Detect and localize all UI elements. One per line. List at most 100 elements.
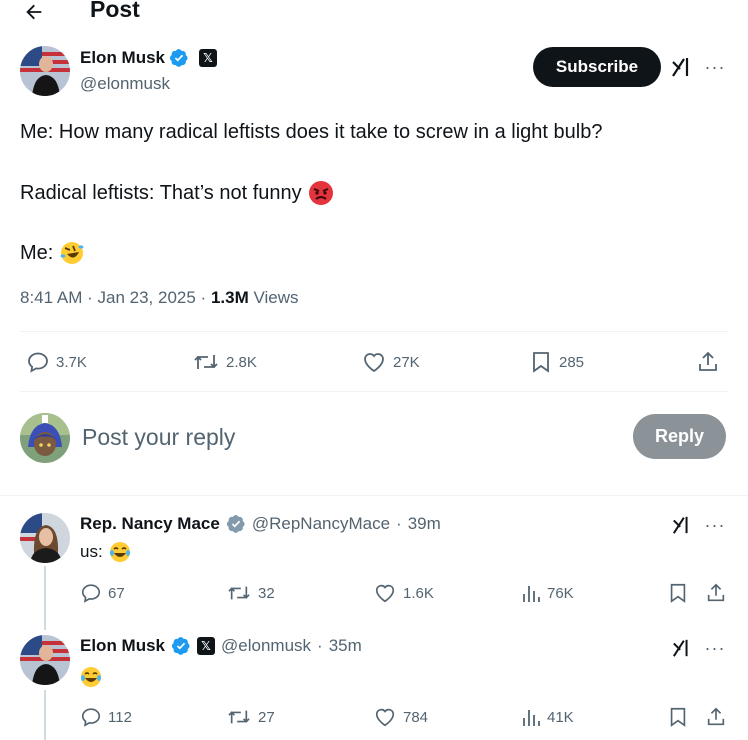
repost-action[interactable]: 2.8K (192, 350, 257, 374)
reply-action[interactable]: 3.7K (26, 350, 87, 374)
bookmark-icon (670, 707, 686, 727)
author-name[interactable]: Elon Musk (80, 48, 165, 68)
bookmark-action[interactable] (667, 582, 689, 604)
tears-of-joy-emoji-icon (109, 542, 130, 562)
subscribe-button[interactable]: Subscribe (533, 47, 661, 87)
like-count: 27K (393, 353, 420, 371)
thread-line (44, 566, 46, 630)
separator-dot: · (317, 636, 323, 655)
share-action[interactable] (705, 706, 727, 728)
repost-action[interactable]: 27 (226, 706, 275, 728)
reply-author-handle[interactable]: @RepNancyMace (252, 514, 390, 534)
reply-action[interactable]: 67 (80, 582, 125, 604)
views-action[interactable]: 41K (521, 706, 574, 728)
reply-author-name[interactable]: Rep. Nancy Mace (80, 514, 220, 534)
angry-face-emoji-icon (308, 181, 333, 205)
bookmark-icon (533, 352, 549, 373)
author-handle[interactable]: @elonmusk (80, 74, 170, 94)
reply-action[interactable]: 112 (80, 706, 132, 728)
reply-count: 112 (108, 708, 132, 726)
reply-text: us: (80, 542, 103, 561)
reply-text-row: us: (80, 541, 131, 563)
reply-text-row (80, 666, 102, 688)
more-dots-icon: ··· (704, 514, 726, 535)
avatar[interactable] (20, 46, 70, 96)
share-icon (707, 583, 725, 602)
page-header: Post (0, 0, 748, 30)
more-options-button[interactable]: ··· (701, 636, 729, 660)
reply-avatar-image (20, 635, 70, 685)
reply-time[interactable]: 39m (408, 514, 441, 534)
reply-time[interactable]: 35m (329, 636, 362, 656)
bookmark-action[interactable]: 285 (529, 350, 584, 374)
reply-avatar[interactable] (20, 635, 70, 685)
post-text-line-2: Radical leftists: That’s not funny (20, 182, 302, 204)
like-count: 784 (403, 708, 429, 726)
analytics-icon (523, 710, 540, 726)
user-avatar-image (20, 413, 70, 463)
more-dots-icon: ··· (704, 56, 726, 77)
reply-icon (81, 584, 101, 603)
reply-avatar[interactable] (20, 513, 70, 563)
like-action[interactable]: 784 (373, 706, 428, 728)
repost-icon (228, 586, 250, 600)
grok-button[interactable] (668, 54, 696, 80)
separator-dot: · (396, 514, 402, 533)
post-meta: 8:41 AM · Jan 23, 2025 · 1.3M Views (20, 288, 299, 307)
repost-action[interactable]: 32 (226, 582, 275, 604)
verified-badge-icon (169, 49, 188, 67)
bookmark-count: 285 (559, 353, 585, 371)
x-affiliation-badge-icon: 𝕏 (199, 49, 218, 67)
views-action[interactable]: 76K (521, 582, 574, 604)
post-time[interactable]: 8:41 AM (20, 288, 82, 307)
post-date[interactable]: Jan 23, 2025 (98, 288, 196, 307)
reply-icon (81, 708, 101, 727)
heart-icon (364, 353, 384, 373)
share-icon (707, 707, 725, 726)
tears-of-joy-emoji-icon (81, 667, 101, 687)
heart-icon (375, 584, 395, 603)
repost-count: 27 (258, 708, 275, 726)
post-text-line-2-row: Radical leftists: That’s not funny (20, 180, 334, 206)
grok-icon (672, 58, 689, 77)
author-avatar-image (20, 46, 70, 96)
reply-count: 3.7K (56, 353, 87, 371)
divider (20, 331, 728, 332)
rolling-laughing-emoji-icon (60, 242, 84, 264)
repost-count: 2.8K (226, 353, 257, 371)
reply-header: Elon Musk 𝕏 @elonmusk · 35m (80, 636, 362, 656)
views-count: 76K (547, 584, 574, 602)
reply-count: 67 (108, 584, 125, 602)
like-count: 1.6K (403, 584, 434, 602)
bookmark-action[interactable] (667, 706, 689, 728)
divider (20, 391, 728, 392)
analytics-icon (523, 586, 540, 602)
reply-author-name[interactable]: Elon Musk (80, 636, 165, 656)
more-options-button[interactable]: ··· (701, 513, 729, 537)
post-text-line-3-row: Me: (20, 240, 85, 266)
share-action[interactable] (696, 350, 720, 374)
like-action[interactable]: 1.6K (373, 582, 434, 604)
like-action[interactable]: 27K (361, 350, 420, 374)
thread-line (44, 690, 46, 740)
gray-verified-badge-icon (226, 515, 245, 533)
back-button[interactable] (14, 0, 54, 26)
reply-input[interactable]: Post your reply (82, 424, 235, 451)
reply-author-handle[interactable]: @elonmusk (221, 636, 311, 656)
grok-button[interactable] (668, 636, 696, 660)
grok-button[interactable] (668, 513, 696, 537)
user-avatar[interactable] (20, 413, 70, 463)
reply-button[interactable]: Reply (633, 414, 726, 459)
share-action[interactable] (705, 582, 727, 604)
heart-icon (375, 708, 395, 727)
bookmark-icon (670, 583, 686, 603)
share-icon (699, 351, 717, 371)
reply-header: Rep. Nancy Mace @RepNancyMace · 39m (80, 514, 441, 534)
repost-count: 32 (258, 584, 275, 602)
divider (0, 495, 748, 496)
reply-icon (28, 352, 48, 373)
page-title: Post (90, 0, 140, 22)
post-text-line-1: Me: How many radical leftists does it ta… (20, 121, 603, 143)
views-count: 1.3M (210, 288, 249, 307)
more-options-button[interactable]: ··· (701, 54, 729, 80)
